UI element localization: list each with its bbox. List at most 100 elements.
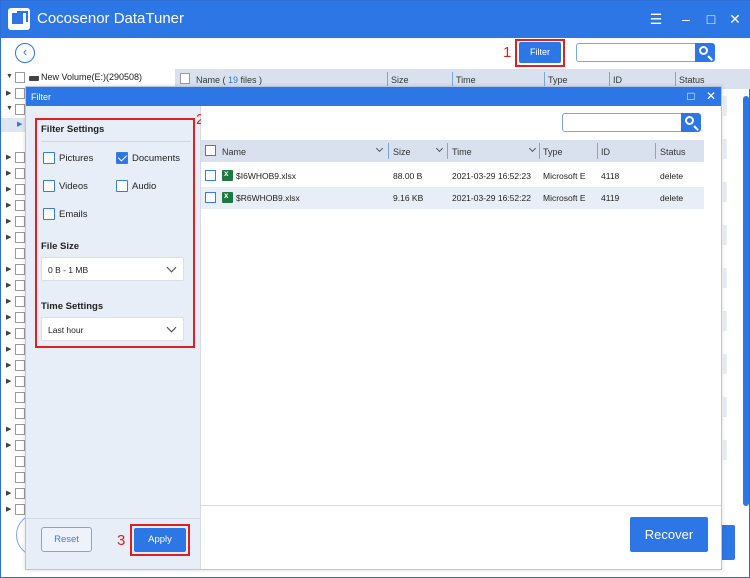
file-id: 4119 [601, 193, 620, 203]
file-status: delete [660, 193, 684, 203]
name-column-header[interactable]: Name [222, 147, 246, 157]
recover-button[interactable]: Recover [630, 517, 708, 552]
table-row[interactable]: $R6WHOB9.xlsx 9.16 KB 2021-03-29 16:52:2… [201, 187, 704, 209]
close-icon[interactable]: ✕ [726, 10, 744, 28]
type-column-header[interactable]: Type [548, 75, 568, 85]
menu-icon[interactable]: ☰ [647, 10, 665, 28]
status-column-header[interactable]: Status [679, 75, 705, 85]
tree-checkbox[interactable] [15, 72, 25, 83]
chevron-down-icon[interactable] [435, 144, 444, 153]
apply-button[interactable]: Apply [134, 528, 186, 552]
table-row[interactable]: $I6WHOB9.xlsx 88.00 B 2021-03-29 16:52:2… [201, 165, 704, 187]
file-size-select[interactable]: 0 B - 1 MB [41, 257, 184, 281]
tree-checkbox[interactable] [15, 280, 25, 291]
tree-checkbox[interactable] [15, 184, 25, 195]
tree-checkbox[interactable] [15, 440, 25, 451]
expand-arrow-icon[interactable]: ▶ [6, 185, 11, 193]
select-all-checkbox[interactable] [180, 73, 190, 84]
expand-arrow-icon[interactable]: ▶ [6, 201, 11, 209]
expand-arrow-icon[interactable]: ▶ [6, 489, 11, 497]
expand-arrow-icon[interactable]: ▶ [6, 169, 11, 177]
collapse-arrow-icon[interactable]: ▼ [6, 105, 13, 112]
time-settings-select[interactable]: Last hour [41, 317, 184, 341]
tree-checkbox[interactable] [15, 472, 25, 483]
file-size-label: File Size [41, 241, 80, 252]
tree-checkbox[interactable] [15, 168, 25, 179]
tree-checkbox[interactable] [15, 200, 25, 211]
file-name: $R6WHOB9.xlsx [236, 193, 300, 203]
expand-arrow-icon[interactable]: ▶ [6, 265, 11, 273]
expand-arrow-icon[interactable]: ▶ [6, 329, 11, 337]
filter-button[interactable]: Filter [519, 42, 561, 63]
emails-checkbox[interactable] [43, 208, 55, 220]
search-input[interactable] [576, 43, 696, 62]
pictures-checkbox[interactable] [43, 152, 55, 164]
expand-arrow-icon[interactable]: ▶ [6, 217, 11, 225]
reset-button[interactable]: Reset [41, 527, 92, 552]
back-button[interactable]: ‹ [15, 43, 35, 63]
background-row-stripe [723, 225, 727, 245]
maximize-icon[interactable]: □ [702, 10, 720, 28]
name-column-header[interactable]: Name ( 19 files ) [196, 75, 262, 85]
tree-checkbox[interactable] [15, 264, 25, 275]
id-column-header[interactable]: ID [613, 75, 622, 85]
maximize-icon[interactable]: □ [684, 89, 698, 103]
videos-checkbox[interactable] [43, 180, 55, 192]
expand-arrow-icon[interactable]: ▶ [6, 425, 11, 433]
tree-checkbox[interactable] [15, 488, 25, 499]
expand-arrow-icon[interactable]: ▶ [6, 313, 11, 321]
minimize-icon[interactable]: – [677, 10, 695, 28]
expand-arrow-icon[interactable]: ▶ [17, 120, 22, 128]
expand-arrow-icon[interactable]: ▶ [6, 377, 11, 385]
tree-checkbox[interactable] [15, 104, 25, 115]
select-all-checkbox[interactable] [205, 145, 216, 156]
expand-arrow-icon[interactable]: ▶ [6, 153, 11, 161]
documents-checkbox[interactable] [116, 152, 128, 164]
chevron-down-icon[interactable] [375, 144, 384, 153]
row-checkbox[interactable] [205, 170, 216, 181]
dialog-search-button[interactable] [681, 113, 701, 132]
expand-arrow-icon[interactable]: ▶ [6, 297, 11, 305]
expand-arrow-icon[interactable]: ▶ [6, 233, 11, 241]
id-column-header[interactable]: ID [601, 147, 610, 157]
tree-checkbox[interactable] [15, 408, 25, 419]
row-checkbox[interactable] [205, 192, 216, 203]
expand-arrow-icon[interactable]: ▶ [6, 441, 11, 449]
tree-checkbox[interactable] [15, 232, 25, 243]
tree-checkbox[interactable] [15, 392, 25, 403]
size-column-header[interactable]: Size [393, 147, 411, 157]
expand-arrow-icon[interactable]: ▶ [6, 89, 11, 97]
filter-results-panel: Name Size Time Type ID Status $I6WHOB9.x… [201, 106, 721, 569]
tree-item-root[interactable]: ▼ New Volume(E:)(290508) [1, 71, 176, 85]
expand-arrow-icon[interactable]: ▶ [6, 281, 11, 289]
expand-arrow-icon[interactable]: ▶ [6, 361, 11, 369]
tree-checkbox[interactable] [15, 424, 25, 435]
time-column-header[interactable]: Time [452, 147, 472, 157]
audio-checkbox[interactable] [116, 180, 128, 192]
tree-checkbox[interactable] [15, 296, 25, 307]
size-column-header[interactable]: Size [391, 75, 409, 85]
expand-arrow-icon[interactable]: ▼ [6, 73, 13, 80]
close-icon[interactable]: ✕ [704, 89, 718, 103]
tree-checkbox[interactable] [15, 504, 25, 515]
type-column-header[interactable]: Type [543, 147, 563, 157]
tree-checkbox[interactable] [15, 248, 25, 259]
chevron-left-icon: ‹ [22, 44, 28, 59]
tree-checkbox[interactable] [15, 456, 25, 467]
tree-checkbox[interactable] [15, 376, 25, 387]
tree-checkbox[interactable] [15, 360, 25, 371]
tree-checkbox[interactable] [15, 312, 25, 323]
tree-checkbox[interactable] [15, 216, 25, 227]
background-scrollbar[interactable] [743, 96, 749, 506]
status-column-header[interactable]: Status [660, 147, 686, 157]
dialog-search-input[interactable] [562, 113, 682, 132]
tree-checkbox[interactable] [15, 88, 25, 99]
time-column-header[interactable]: Time [456, 75, 476, 85]
tree-checkbox[interactable] [15, 328, 25, 339]
expand-arrow-icon[interactable]: ▶ [6, 345, 11, 353]
chevron-down-icon[interactable] [528, 144, 537, 153]
tree-checkbox[interactable] [15, 344, 25, 355]
search-button[interactable] [695, 43, 715, 62]
expand-arrow-icon[interactable]: ▶ [6, 505, 11, 513]
tree-checkbox[interactable] [15, 152, 25, 163]
